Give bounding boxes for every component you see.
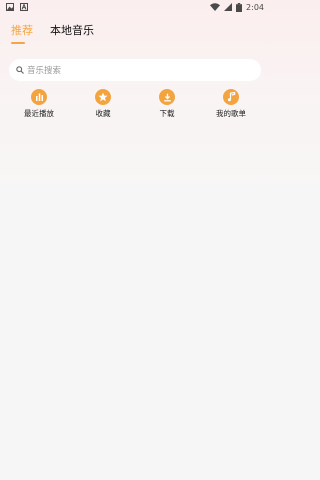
- status-bar: 2:04: [0, 0, 270, 14]
- status-time: 2:04: [246, 2, 264, 12]
- search-placeholder: 音乐搜索: [27, 66, 62, 76]
- bar-chart-icon: [35, 93, 43, 101]
- quick-actions: 最近播放 收藏 下载 我的歌单: [0, 89, 270, 123]
- tab-bar: 推荐 本地音乐: [11, 22, 94, 48]
- tab-recommend[interactable]: 推荐: [11, 22, 33, 44]
- wifi-icon: [210, 3, 221, 11]
- tab-active-indicator: [11, 42, 25, 44]
- tab-recommend-label: 推荐: [11, 24, 33, 37]
- music-note-icon: [227, 92, 235, 102]
- search-icon: [16, 66, 24, 74]
- star-icon: [98, 92, 108, 102]
- signal-icon: [224, 3, 233, 11]
- recent-play-label: 最近播放: [24, 109, 54, 118]
- recent-play-button[interactable]: 最近播放: [9, 89, 69, 119]
- search-bar[interactable]: 音乐搜索: [9, 59, 261, 81]
- my-playlist-icon-bg: [223, 89, 239, 105]
- battery-icon: [236, 2, 243, 12]
- tab-local-music-label: 本地音乐: [50, 24, 94, 37]
- favorites-button[interactable]: 收藏: [73, 89, 133, 119]
- status-right: 2:04: [210, 2, 264, 12]
- download-icon: [163, 93, 171, 101]
- download-label: 下载: [159, 109, 175, 118]
- recent-play-icon-bg: [31, 89, 47, 105]
- favorites-icon-bg: [95, 89, 111, 105]
- download-icon-bg: [159, 89, 175, 105]
- a-notification-icon: [20, 3, 28, 11]
- my-playlist-button[interactable]: 我的歌单: [201, 89, 261, 119]
- tab-local-music[interactable]: 本地音乐: [50, 22, 94, 38]
- favorites-label: 收藏: [95, 109, 111, 118]
- my-playlist-label: 我的歌单: [216, 109, 246, 118]
- image-icon: [6, 3, 14, 11]
- status-left: [6, 3, 28, 11]
- download-button[interactable]: 下载: [137, 89, 197, 119]
